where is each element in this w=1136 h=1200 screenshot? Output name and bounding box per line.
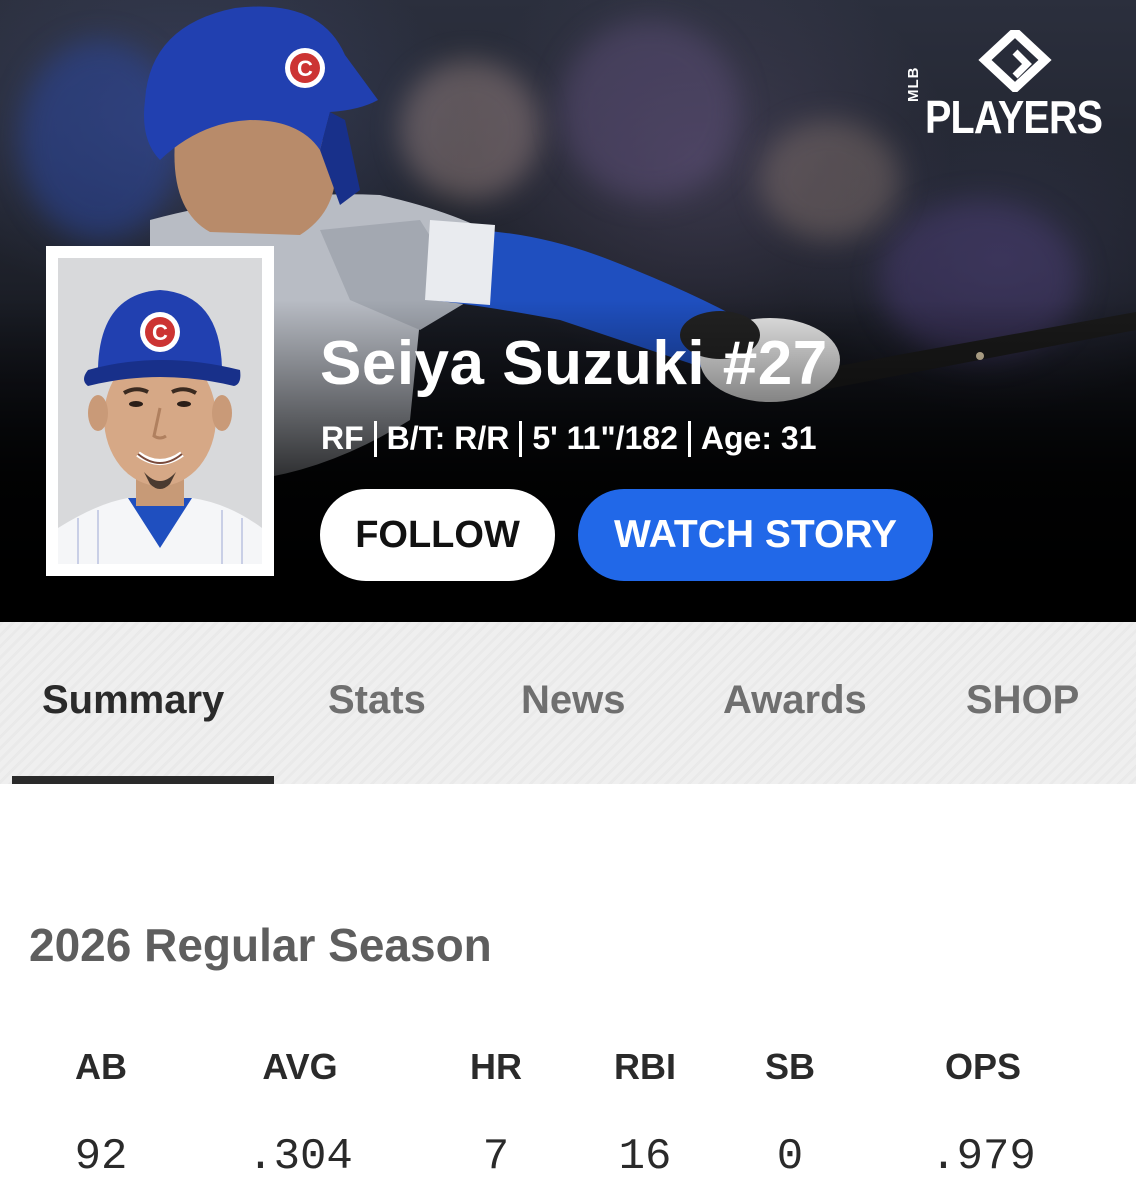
player-bio-line: RF B/T: R/R 5' 11"/182 Age: 31 [321, 420, 816, 457]
divider [373, 420, 377, 457]
mlb-players-logo[interactable]: MLB PLAYERS [905, 30, 1115, 143]
follow-button[interactable]: FOLLOW [320, 489, 555, 581]
stat-label-avg: AVG [262, 1046, 338, 1087]
svg-text:C: C [297, 56, 313, 81]
stat-value-rbi: 16 [618, 1132, 672, 1182]
watch-story-button[interactable]: WATCH STORY [578, 489, 933, 581]
tab-awards[interactable]: Awards [723, 678, 867, 723]
stat-label-rbi: RBI [614, 1046, 676, 1087]
headshot-illustration: C [58, 258, 262, 564]
player-tab-bar: Summary Stats News Awards SHOP [0, 622, 1136, 784]
stat-value-hr: 7 [482, 1132, 510, 1182]
season-title: 2026 Regular Season [29, 919, 492, 971]
player-height-weight: 5' 11"/182 [532, 420, 678, 456]
active-tab-indicator [12, 776, 274, 784]
player-age: Age: 31 [700, 420, 817, 456]
player-position: RF [321, 420, 364, 456]
player-hero-banner: C MLB PLAYERS C Seiya Suzuki #27 RF B/T:… [0, 0, 1136, 622]
svg-text:C: C [152, 320, 168, 345]
stat-value-sb: 0 [776, 1132, 804, 1182]
player-headshot-photo: C [58, 258, 262, 564]
tab-news[interactable]: News [521, 678, 626, 723]
stat-value-ab: 92 [74, 1132, 128, 1182]
players-wordmark: PLAYERS [925, 91, 1103, 143]
tab-summary[interactable]: Summary [42, 678, 224, 723]
stat-value-avg: .304 [247, 1132, 353, 1182]
stat-label-ab: AB [75, 1046, 127, 1087]
divider [519, 420, 523, 457]
stat-label-ops: OPS [944, 1046, 1022, 1087]
player-headshot-card: C [46, 246, 274, 576]
tab-stats[interactable]: Stats [328, 678, 426, 723]
divider [687, 420, 691, 457]
stat-label-sb: SB [764, 1046, 816, 1087]
player-bats-throws: B/T: R/R [386, 420, 510, 456]
stat-label-hr: HR [470, 1046, 522, 1087]
stat-value-ops: .979 [930, 1132, 1036, 1182]
mlbpa-diamond-icon [978, 30, 1052, 92]
player-name: Seiya Suzuki #27 [320, 329, 828, 398]
tab-shop[interactable]: SHOP [966, 678, 1079, 723]
